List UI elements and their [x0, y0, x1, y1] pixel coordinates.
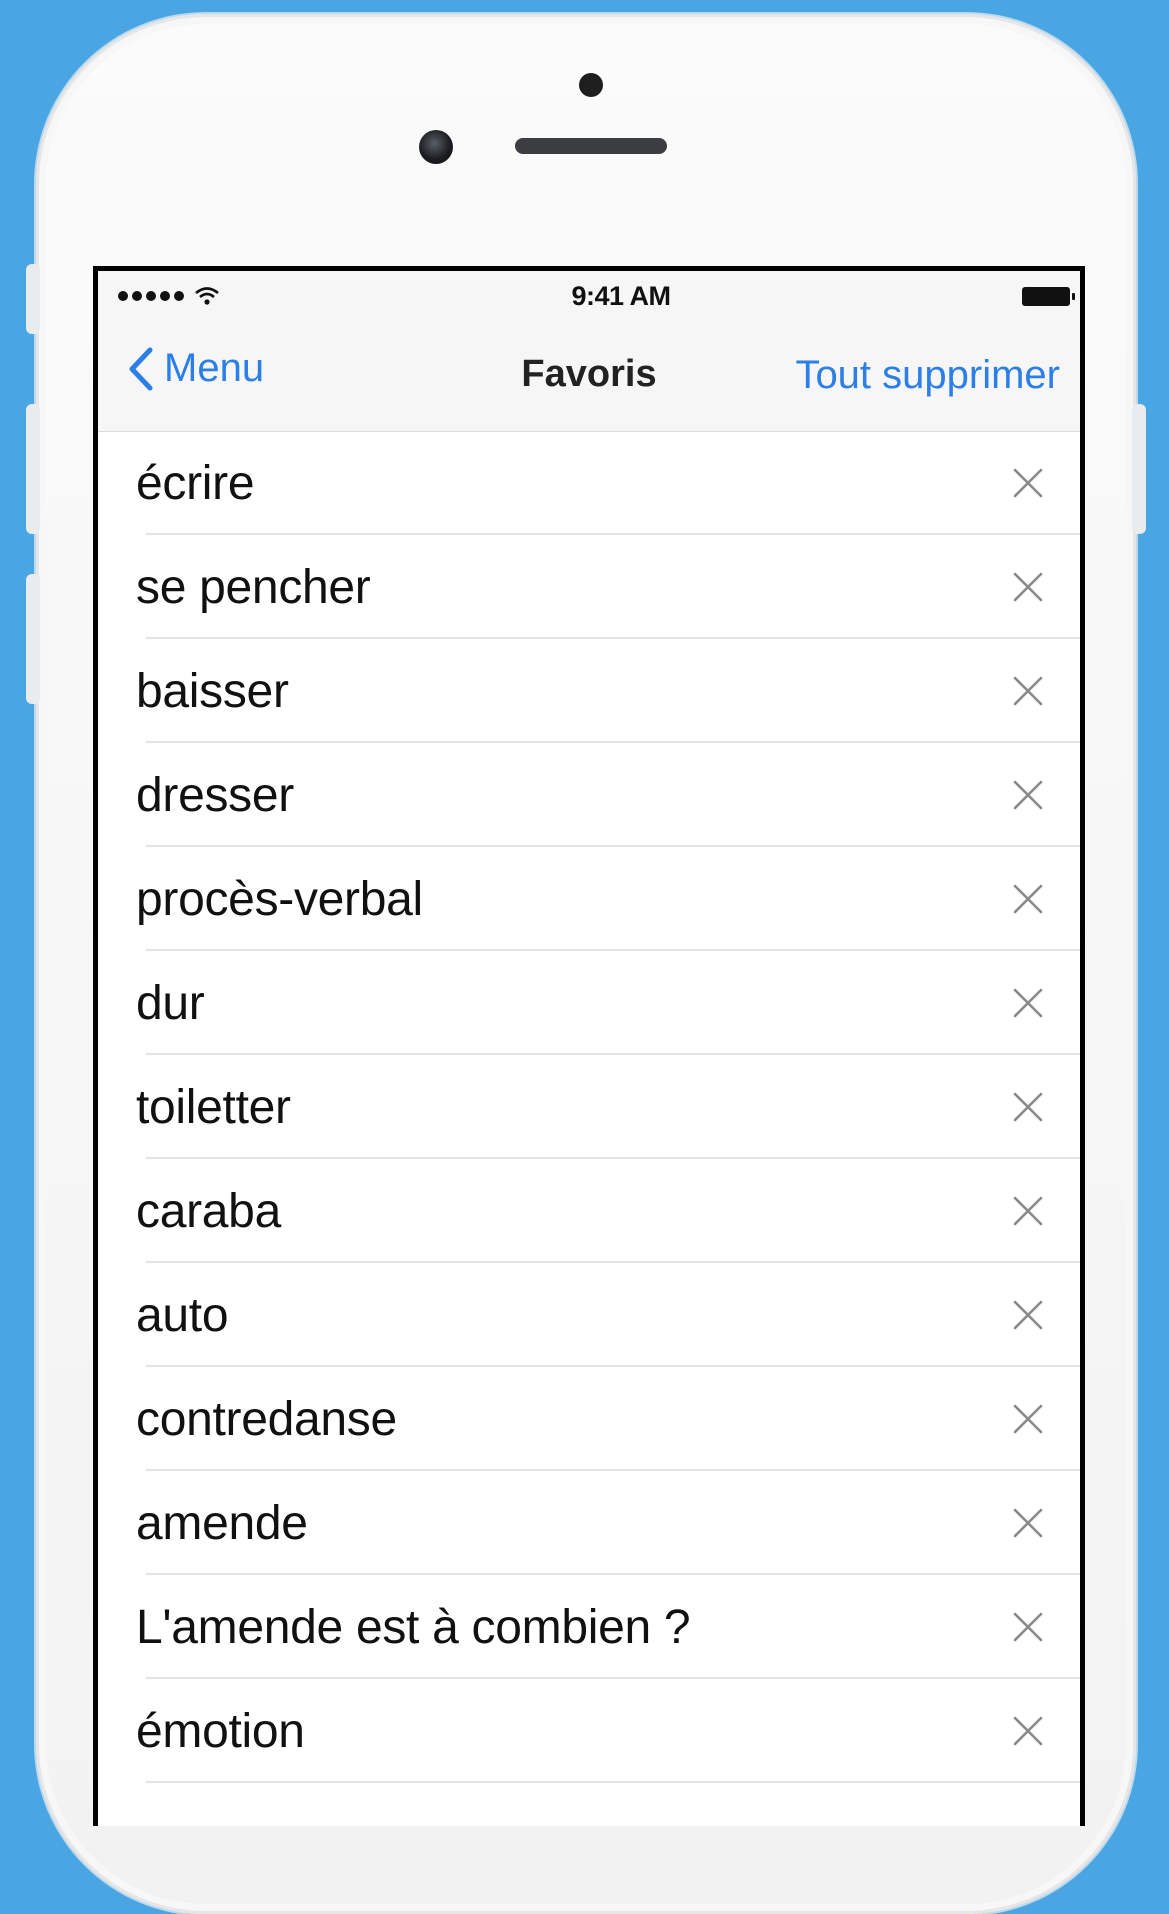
favorite-label: émotion [136, 1704, 305, 1758]
remove-favorite-button[interactable] [1006, 669, 1050, 713]
volume-up-button [26, 404, 40, 534]
list-item[interactable]: contredanse [98, 1367, 1080, 1471]
close-icon [1013, 572, 1043, 602]
close-icon [1013, 1300, 1043, 1330]
favorite-label: baisser [136, 664, 289, 718]
close-icon [1013, 1716, 1043, 1746]
favorite-label: dur [136, 976, 205, 1030]
remove-favorite-button[interactable] [1006, 1085, 1050, 1129]
list-item[interactable]: dur [98, 951, 1080, 1055]
close-icon [1013, 1196, 1043, 1226]
signal-dots-icon [118, 286, 220, 306]
remove-favorite-button[interactable] [1006, 1709, 1050, 1753]
list-item[interactable]: auto [98, 1263, 1080, 1367]
favorite-label: écrire [136, 456, 255, 510]
favorite-label: caraba [136, 1184, 281, 1238]
power-button [1132, 404, 1146, 534]
screen: 9:41 AM Menu Favoris Tout supprimer écri… [93, 266, 1085, 1826]
favorite-label: contredanse [136, 1392, 397, 1446]
favorite-label: dresser [136, 768, 294, 822]
remove-favorite-button[interactable] [1006, 1293, 1050, 1337]
list-item[interactable]: procès-verbal [98, 847, 1080, 951]
close-icon [1013, 988, 1043, 1018]
remove-favorite-button[interactable] [1006, 565, 1050, 609]
favorite-label: se pencher [136, 560, 371, 614]
list-item[interactable]: baisser [98, 639, 1080, 743]
top-bar: 9:41 AM Menu Favoris Tout supprimer [98, 271, 1080, 432]
status-time: 9:41 AM [571, 280, 671, 311]
close-icon [1013, 676, 1043, 706]
close-icon [1013, 780, 1043, 810]
list-item[interactable]: émotion [98, 1679, 1080, 1783]
remove-favorite-button[interactable] [1006, 461, 1050, 505]
status-bar: 9:41 AM [98, 271, 1080, 321]
list-item[interactable]: toiletter [98, 1055, 1080, 1159]
favorite-label: amende [136, 1496, 308, 1550]
list-item[interactable]: écrire [98, 431, 1080, 535]
front-camera [419, 130, 453, 164]
close-icon [1013, 1612, 1043, 1642]
close-icon [1013, 1508, 1043, 1538]
battery-icon [1022, 286, 1075, 306]
favorites-list: écrire se pencher baisser dresser procès-ver… [98, 431, 1080, 1783]
list-item[interactable]: dresser [98, 743, 1080, 847]
close-icon [1013, 1404, 1043, 1434]
volume-down-button [26, 574, 40, 704]
app-screen: 9:41 AM Menu Favoris Tout supprimer écri… [98, 271, 1080, 1826]
remove-favorite-button[interactable] [1006, 773, 1050, 817]
earpiece-speaker [515, 138, 667, 154]
list-item[interactable]: amende [98, 1471, 1080, 1575]
wifi-icon [195, 287, 219, 305]
list-item[interactable]: se pencher [98, 535, 1080, 639]
proximity-sensor [579, 73, 603, 97]
favorite-label: auto [136, 1288, 229, 1342]
favorite-label: L'amende est à combien ? [136, 1600, 691, 1654]
favorite-label: procès-verbal [136, 872, 423, 926]
list-item[interactable]: L'amende est à combien ? [98, 1575, 1080, 1679]
remove-favorite-button[interactable] [1006, 1501, 1050, 1545]
phone-frame: 9:41 AM Menu Favoris Tout supprimer écri… [26, 14, 1146, 1914]
remove-favorite-button[interactable] [1006, 1605, 1050, 1649]
mute-switch [26, 264, 40, 334]
delete-all-button[interactable]: Tout supprimer [795, 353, 1060, 398]
remove-favorite-button[interactable] [1006, 877, 1050, 921]
close-icon [1013, 884, 1043, 914]
remove-favorite-button[interactable] [1006, 1189, 1050, 1233]
remove-favorite-button[interactable] [1006, 981, 1050, 1025]
close-icon [1013, 468, 1043, 498]
favorite-label: toiletter [136, 1080, 291, 1134]
close-icon [1013, 1092, 1043, 1122]
remove-favorite-button[interactable] [1006, 1397, 1050, 1441]
navigation-bar: Menu Favoris Tout supprimer [98, 321, 1080, 429]
list-item[interactable]: caraba [98, 1159, 1080, 1263]
